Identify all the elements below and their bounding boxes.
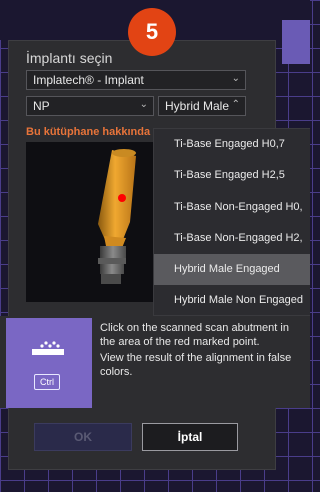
library-select[interactable]: Implatech® - Implant ⌄ (26, 70, 246, 90)
dropdown-item[interactable]: Hybrid Male Non Engaged (154, 285, 310, 315)
type-select[interactable]: Hybrid Male ⌃ (158, 96, 246, 116)
dropdown-item[interactable]: Ti-Base Engaged H0,7 (154, 129, 310, 160)
hint-text: Click on the scanned scan abutment in th… (100, 322, 300, 379)
ctrl-key-icon: Ctrl (34, 374, 60, 390)
type-dropdown-menu: Ti-Base Engaged H0,7 Ti-Base Engaged H2,… (153, 128, 310, 316)
cancel-button[interactable]: İptal (142, 423, 238, 451)
chevron-down-icon: ⌄ (231, 73, 240, 84)
abutment-model (98, 149, 136, 284)
size-select-value: NP (33, 99, 50, 113)
chevron-down-icon: ⌄ (139, 99, 148, 110)
hint-line-1: Click on the scanned scan abutment in th… (100, 322, 289, 348)
background-accent (282, 20, 310, 64)
dropdown-item[interactable]: Ti-Base Non-Engaged H0, (154, 192, 310, 223)
chevron-up-icon: ⌃ (231, 99, 240, 110)
step-badge: 5 (128, 8, 176, 56)
type-select-value: Hybrid Male (165, 99, 230, 113)
implant-thread (98, 246, 126, 284)
hint-tile (6, 318, 92, 408)
dialog-title: İmplantı seçin (26, 50, 113, 66)
dropdown-item[interactable]: Ti-Base Engaged H2,5 (154, 160, 310, 191)
abutment-body (98, 149, 136, 248)
red-marker-point (118, 194, 126, 202)
size-select[interactable]: NP ⌄ (26, 96, 154, 116)
implant-preview[interactable] (26, 142, 156, 302)
library-select-value: Implatech® - Implant (33, 73, 144, 87)
scan-surface-icon (32, 341, 64, 355)
hint-line-2: View the result of the alignment in fals… (100, 352, 292, 378)
dropdown-item[interactable]: Ti-Base Non-Engaged H2, (154, 223, 310, 254)
dropdown-item-selected[interactable]: Hybrid Male Engaged (154, 254, 310, 286)
ok-button[interactable]: OK (34, 423, 132, 451)
library-info-link[interactable]: Bu kütüphane hakkında (26, 126, 150, 138)
